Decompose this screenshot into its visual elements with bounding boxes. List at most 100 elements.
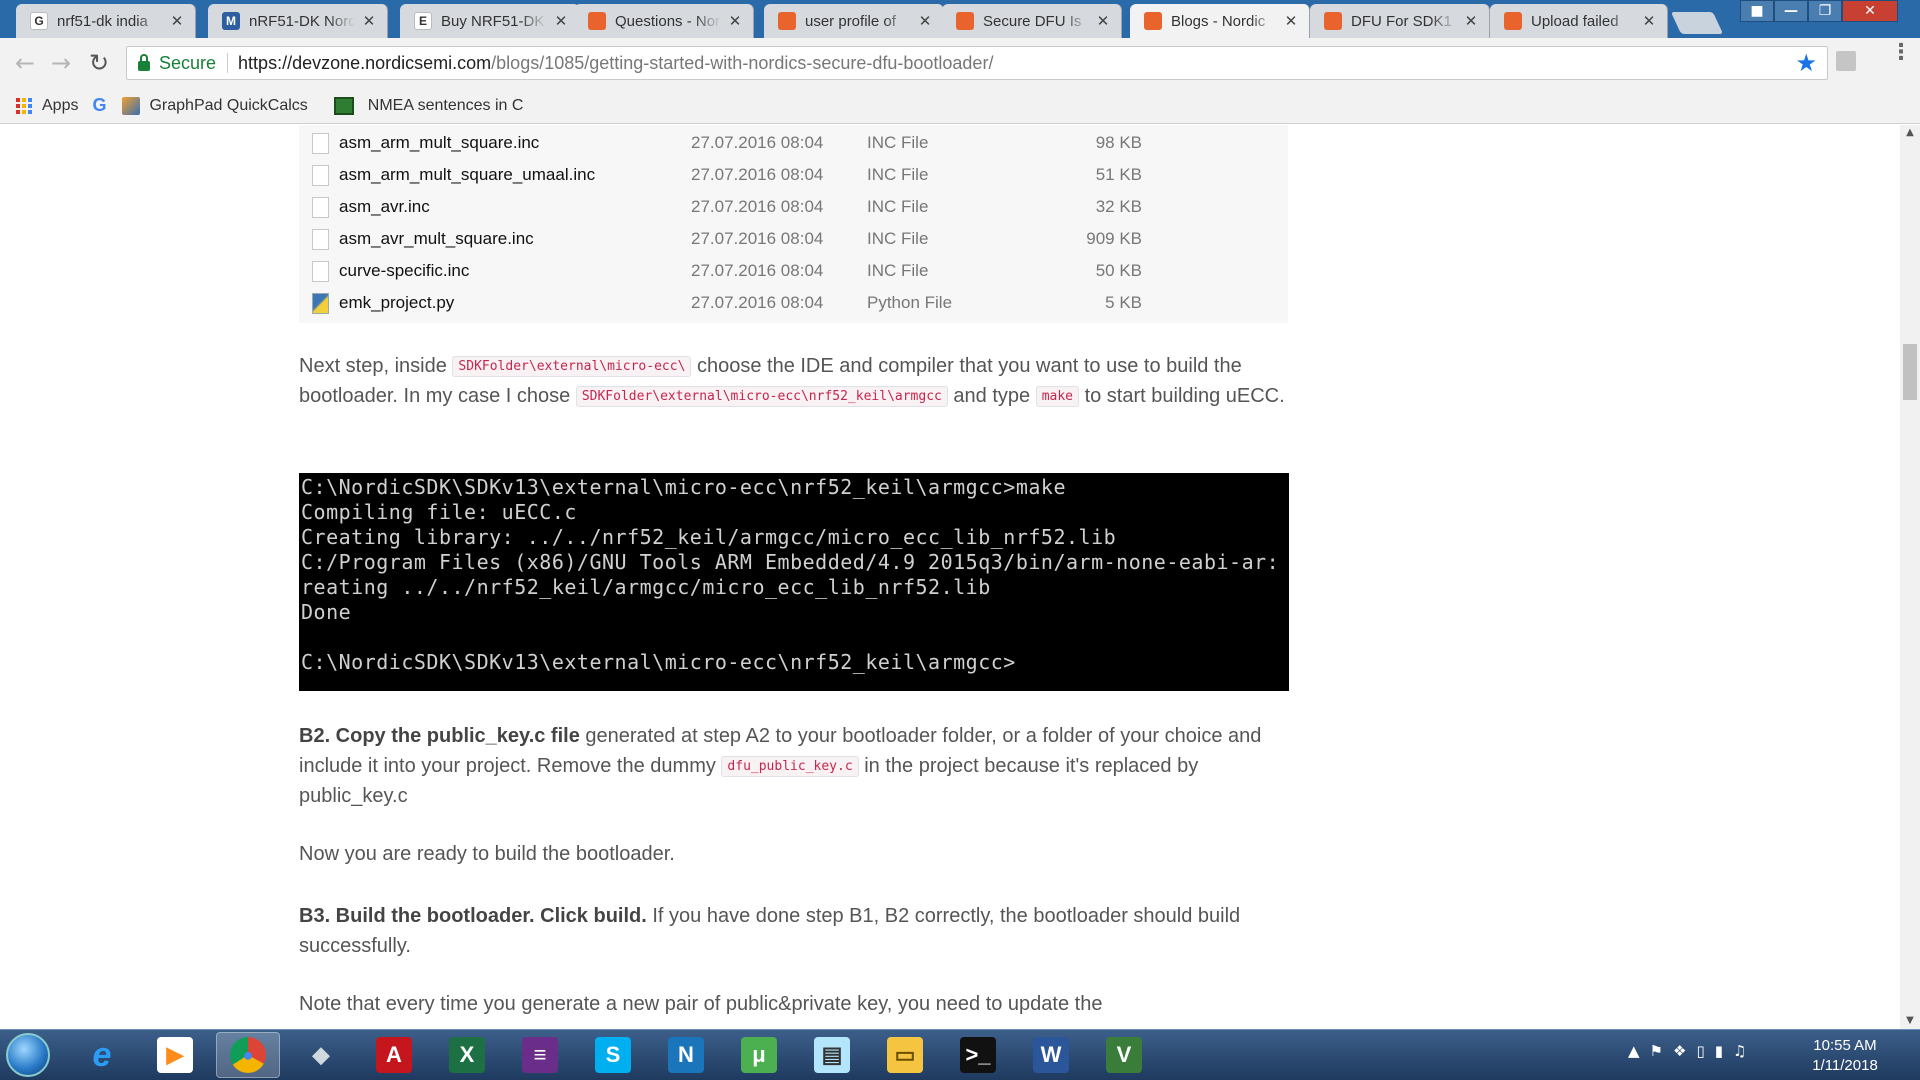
close-tab-icon[interactable]: ✕ [1641,12,1657,30]
bookmark-nmea[interactable]: NMEA sentences in C [322,96,524,115]
file-type: INC File [867,197,929,216]
taskbar-button[interactable]: ◆ [289,1032,353,1078]
url-path: /blogs/1085/getting-started-with-nordics… [491,52,994,73]
scrollbar-thumb[interactable] [1903,344,1917,400]
text: to start building uECC. [1079,385,1285,407]
file-icon [312,228,329,250]
bookmark-google[interactable]: G [92,95,106,116]
bookmark-graphpad[interactable]: GraphPad QuickCalcs [122,96,308,115]
close-tab-icon[interactable]: ✕ [917,12,933,30]
browser-tab[interactable]: Upload failed ✕ [1490,4,1668,38]
close-tab-icon[interactable]: ✕ [553,12,569,30]
file-row: asm_avr.inc 27.07.2016 08:04 INC File 32 KB [299,191,1288,223]
close-tab-icon[interactable]: ✕ [361,12,377,30]
tab-title: user profile of [805,12,896,30]
apps-icon[interactable] [16,97,32,114]
taskbar-button[interactable]: X [435,1032,499,1078]
extension-icon[interactable] [1836,51,1856,71]
browser-tab[interactable]: Secure DFU Is ✕ [942,4,1122,38]
skype-icon: S [595,1037,631,1073]
close-tab-icon[interactable]: ✕ [727,12,743,30]
user-icon[interactable]: ■ [1740,0,1774,22]
close-window-icon[interactable]: ✕ [1842,0,1898,22]
url-text[interactable]: https://devzone.nordicsemi.com/blogs/108… [238,53,993,74]
menu-icon[interactable]: ⋮ [1890,42,1912,64]
browser-tab[interactable]: E Buy NRF51-DK ✕ [400,4,580,38]
paragraph-b3: B3. Build the bootloader. Click build. I… [299,901,1289,961]
start-button[interactable] [6,1033,50,1077]
taskbar-button[interactable]: ≡ [508,1032,572,1078]
maximize-icon[interactable]: ❐ [1808,0,1842,22]
browser-tab[interactable]: Blogs - Nordic ✕ [1130,4,1310,38]
file-name: curve-specific.inc [339,261,470,280]
file-icon [312,260,329,282]
browser-tab[interactable]: MnRF51-DK Nordic ✕ [208,4,388,38]
code-inline: SDKFolder\external\micro-ecc\nrf52_keil\… [575,386,948,407]
terminal-line: C:\NordicSDK\SDKv13\external\micro-ecc\n… [301,475,1067,499]
taskbar-button[interactable]: ▶ [143,1032,207,1078]
code-inline: dfu_public_key.c [721,756,859,777]
taskbar-clock[interactable]: 10:55 AM 1/11/2018 [1800,1036,1890,1076]
taskbar-button[interactable]: >_ [946,1032,1010,1078]
dropbox-icon[interactable]: ❖ [1673,1042,1686,1060]
device-icon[interactable]: ▯ [1696,1042,1704,1060]
word-icon: W [1033,1037,1069,1073]
taskbar-button[interactable]: e [70,1032,134,1078]
taskbar-button[interactable]: A [362,1032,426,1078]
command-prompt-icon: >_ [960,1037,996,1073]
bookmark-apps[interactable]: Apps [42,97,78,115]
taskbar-button[interactable]: V [1092,1032,1156,1078]
taskbar-button[interactable]: μ [727,1032,791,1078]
close-tab-icon[interactable]: ✕ [169,12,185,30]
bookmark-nmea-label: NMEA sentences in C [367,96,524,114]
close-tab-icon[interactable]: ✕ [1283,12,1299,30]
google-icon: G [30,12,48,30]
taskbar-button[interactable]: ▤ [800,1032,864,1078]
bookmark-star-icon[interactable]: ★ [1795,49,1817,77]
nordic-icon [1504,12,1522,30]
tab-title: DFU For SDK1 [1351,12,1452,30]
browser-tab[interactable]: Questions - Nordic ✕ [574,4,754,38]
network-icon[interactable]: ▮ [1715,1042,1723,1060]
file-name: asm_avr.inc [339,197,430,216]
minimize-icon[interactable]: — [1774,0,1808,22]
browser-tab[interactable]: Gnrf51-dk india ✕ [16,4,196,38]
text: and type [947,385,1036,407]
code-inline: SDKFolder\external\micro-ecc\ [452,356,692,377]
taskbar-button[interactable]: S [581,1032,645,1078]
volume-icon[interactable]: ♫ [1733,1042,1746,1060]
address-bar[interactable]: Secure https://devzone.nordicsemi.com/bl… [126,46,1828,80]
tab-title: nrf51-dk india [57,12,148,30]
m-icon: M [222,12,240,30]
show-hidden-icons-icon[interactable]: ▲ [1628,1042,1640,1060]
media-player-icon: ▶ [157,1037,193,1073]
file-date: 27.07.2016 08:04 [691,133,824,152]
back-icon[interactable]: ← [12,49,38,77]
scroll-up-icon[interactable]: ▲ [1900,125,1920,141]
terminal-line: C:/Program Files (x86)/GNU Tools ARM Emb… [301,550,1289,574]
acrobat-icon: A [376,1037,412,1073]
close-tab-icon[interactable]: ✕ [1095,12,1111,30]
taskbar-button[interactable]: ● [216,1032,280,1078]
file-type: Python File [867,293,953,312]
clock-date: 1/11/2018 [1812,1057,1878,1074]
terminal-line: Creating library: ../../nrf52_keil/armgc… [301,525,1117,549]
forward-icon[interactable]: → [48,49,74,77]
file-type: INC File [867,165,929,184]
chrome-icon: ● [230,1037,266,1073]
new-tab-button[interactable] [1670,12,1724,34]
browser-tab[interactable]: user profile of ✕ [764,4,944,38]
scroll-down-icon[interactable]: ▼ [1900,1013,1920,1029]
reload-icon[interactable]: ↻ [86,49,112,77]
clock-time: 10:55 AM [1813,1037,1877,1054]
action-center-icon[interactable]: ⚑ [1650,1042,1663,1060]
tab-title: Questions - Nordic [615,12,721,30]
tab-title: nRF51-DK Nordic [249,12,355,30]
vertical-scrollbar[interactable]: ▲ ▼ [1900,125,1920,1029]
close-tab-icon[interactable]: ✕ [1463,12,1479,30]
taskbar-button[interactable]: W [1019,1032,1083,1078]
browser-tab[interactable]: DFU For SDK1 ✕ [1310,4,1490,38]
taskbar-button[interactable]: N [654,1032,718,1078]
page-content: asm_arm_mult_square.inc 27.07.2016 08:04 I… [0,125,1900,1029]
taskbar-button[interactable]: ▭ [873,1032,937,1078]
